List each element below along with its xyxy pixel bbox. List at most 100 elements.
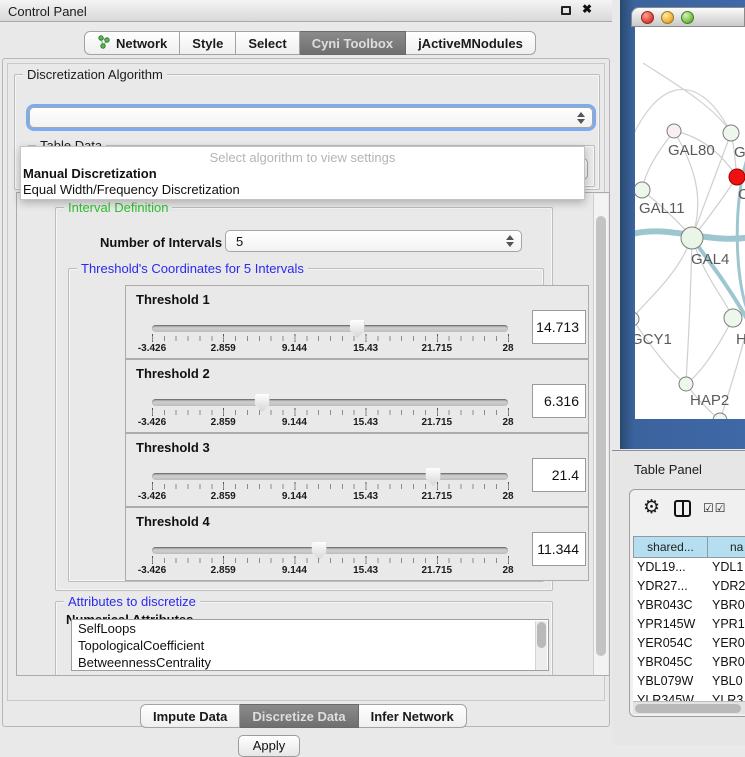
table-row[interactable]: YER054C YER0: [633, 634, 745, 653]
network-node[interactable]: [729, 169, 745, 185]
threshold-slider[interactable]: [152, 399, 508, 406]
tab-label: Cyni Toolbox: [312, 36, 393, 51]
float-icon[interactable]: [561, 6, 571, 15]
popup-menu-item[interactable]: Equal Width/Frequency Discretization: [21, 182, 584, 198]
popup-menu-item[interactable]: Manual Discretization: [21, 166, 584, 182]
table-row[interactable]: YBR045C YBR0: [633, 653, 745, 672]
tab-item[interactable]: jActiveMNodules: [406, 31, 536, 55]
numerical-attributes-list[interactable]: SelfLoops TopologicalCoefficient Between…: [71, 619, 549, 671]
threshold-label: Threshold 4: [136, 514, 210, 529]
network-window-titlebar[interactable]: [631, 7, 745, 27]
network-node[interactable]: [681, 227, 703, 249]
slider-scale: -3.426 2.859 9.144 15.43 21.: [152, 417, 508, 429]
table-row[interactable]: YDR27... YDR2: [633, 577, 745, 596]
app-root: Control Panel ✖ Network Style Select Cyn…: [0, 0, 745, 745]
settings-scrollpane: Interval Definition Number of Intervals …: [16, 192, 610, 676]
num-intervals-label: Number of Intervals: [100, 235, 222, 250]
network-node[interactable]: [723, 125, 739, 141]
table-hscrollbar-thumb[interactable]: [635, 704, 741, 713]
network-node[interactable]: [713, 413, 727, 419]
network-node[interactable]: [724, 309, 742, 327]
scale-tick-label: 21.715: [422, 565, 453, 576]
network-node[interactable]: [679, 377, 693, 391]
scale-tick-label: 9.144: [282, 491, 307, 502]
tab-item[interactable]: Select: [236, 31, 299, 55]
algorithm-dropdown-popup: Select algorithm to view settings Manual…: [20, 146, 585, 200]
scale-tick-label: 21.715: [422, 343, 453, 354]
apply-button[interactable]: Apply: [238, 735, 300, 757]
popup-prompt: Select algorithm to view settings: [21, 147, 584, 166]
tab-label: Network: [116, 36, 167, 51]
threshold-value-field[interactable]: 21.4: [532, 458, 586, 492]
tab-label: jActiveMNodules: [418, 36, 523, 51]
scale-tick-label: 2.859: [211, 417, 236, 428]
interval-definition-group: Interval Definition Number of Intervals …: [55, 207, 553, 591]
interval-definition-title: Interval Definition: [64, 200, 172, 215]
split-columns-icon[interactable]: [674, 500, 691, 517]
main-scrollbar[interactable]: [593, 194, 608, 676]
table-row[interactable]: YPR145W YPR1: [633, 615, 745, 634]
minimize-light-yellow[interactable]: [661, 11, 674, 24]
column-header-name[interactable]: na: [708, 536, 745, 558]
attributes-scrollbar[interactable]: [535, 621, 547, 671]
table-row[interactable]: YBR043C YBR0: [633, 596, 745, 615]
scale-tick-label: 9.144: [282, 417, 307, 428]
threshold-value-field[interactable]: 11.344: [532, 532, 586, 566]
zoom-light-green[interactable]: [681, 11, 694, 24]
network-node[interactable]: [635, 182, 650, 198]
thresholds-group: Threshold's Coordinates for 5 Intervals …: [68, 268, 544, 582]
tab-item[interactable]: Cyni Toolbox: [300, 31, 406, 55]
algorithm-combobox[interactable]: [29, 107, 593, 128]
scale-tick-label: 15.43: [353, 343, 378, 354]
bottom-tab-item[interactable]: Impute Data: [140, 704, 240, 728]
close-light-red[interactable]: [641, 11, 654, 24]
slider-scale: -3.426 2.859 9.144 15.43 21.: [152, 343, 508, 355]
gear-icon[interactable]: ⚙: [643, 496, 660, 518]
scale-tick-label: 15.43: [353, 417, 378, 428]
scale-tick-label: 15.43: [353, 491, 378, 502]
table-row[interactable]: YDL19... YDL1: [633, 558, 745, 577]
tab-item[interactable]: Style: [180, 31, 236, 55]
bottom-tab-label: Discretize Data: [252, 709, 345, 724]
network-canvas[interactable]: GAL80GACGAL11GAL4GCY1HHAP2: [635, 27, 745, 419]
main-scrollbar-thumb[interactable]: [596, 216, 606, 656]
scale-tick-label: 2.859: [211, 491, 236, 502]
column-header-shared[interactable]: shared...: [633, 536, 708, 558]
num-intervals-combobox[interactable]: 5: [225, 230, 522, 252]
table-hscrollbar[interactable]: [633, 701, 745, 714]
tab-item[interactable]: Network: [84, 31, 180, 55]
attribute-list-item[interactable]: SelfLoops: [72, 620, 548, 637]
network-node-label: HAP2: [690, 392, 729, 409]
attribute-list-item[interactable]: TopologicalCoefficient: [72, 637, 548, 654]
scale-tick-label: 28: [502, 417, 513, 428]
threshold-value-field[interactable]: 6.316: [532, 384, 586, 418]
network-node-label: GAL80: [668, 142, 715, 159]
top-tab-bar: Network Style Select Cyni Toolbox jActiv…: [84, 31, 536, 55]
threshold-slider[interactable]: [152, 473, 508, 480]
tab-label: Select: [248, 36, 286, 51]
network-desktop: GAL80GACGAL11GAL4GCY1HHAP2: [620, 0, 745, 449]
threshold-slider[interactable]: [152, 547, 508, 554]
num-intervals-value: 5: [236, 234, 243, 249]
scale-tick-label: 2.859: [211, 565, 236, 576]
bottom-tab-item[interactable]: Discretize Data: [240, 704, 358, 728]
table-row[interactable]: YBL079W YBL0: [633, 672, 745, 691]
checkbox-checked-icon[interactable]: ☑☑: [703, 501, 727, 515]
network-icon: [97, 35, 111, 52]
bottom-tab-item[interactable]: Infer Network: [359, 704, 467, 728]
threshold-slider[interactable]: [152, 325, 508, 332]
network-node[interactable]: [667, 124, 681, 138]
bottom-tab-bar: Impute Data Discretize Data Infer Networ…: [140, 704, 467, 728]
slider-scale: -3.426 2.859 9.144 15.43 21.: [152, 565, 508, 577]
slider-minor-ticks: [152, 558, 509, 563]
attributes-group-title: Attributes to discretize: [64, 594, 200, 609]
close-icon[interactable]: ✖: [582, 2, 592, 16]
discretization-algorithm-title: Discretization Algorithm: [23, 67, 167, 82]
attribute-list-item[interactable]: BetweennessCentrality: [72, 654, 548, 671]
table-row[interactable]: YLR345W YLR3: [633, 691, 745, 701]
threshold-panel: Threshold 2 -3.426: [125, 359, 589, 433]
network-node-label: GA: [734, 144, 745, 161]
network-node[interactable]: [635, 312, 639, 326]
table-panel-title: Table Panel: [634, 462, 702, 477]
threshold-value-field[interactable]: 14.713: [532, 310, 586, 344]
